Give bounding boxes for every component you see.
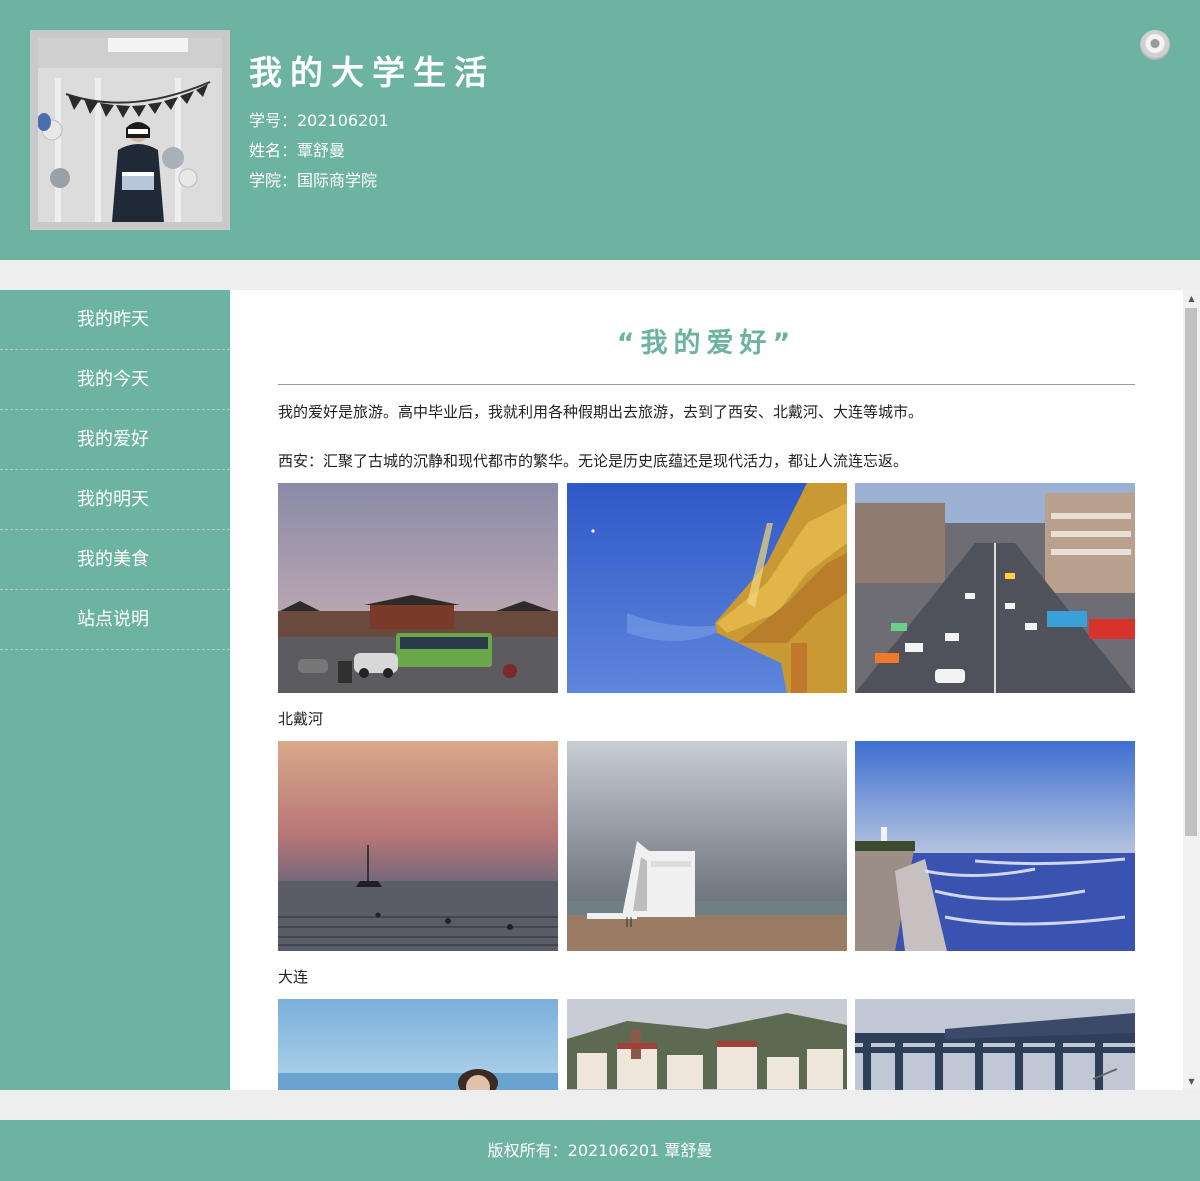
content-scrollbar[interactable]: ▲ ▼ [1183, 290, 1200, 1090]
sidebar-item-label: 我的明天 [77, 489, 149, 510]
xian-photo-street [855, 483, 1135, 693]
dalian-label: 大连 [278, 968, 309, 986]
main-content: “我的爱好” 我的爱好是旅游。高中毕业后，我就利用各种假期出去旅游，去到了西安、… [230, 290, 1183, 1090]
title-divider [278, 384, 1135, 385]
intro-paragraph: 我的爱好是旅游。高中毕业后，我就利用各种假期出去旅游，去到了西安、北戴河、大连等… [278, 403, 924, 421]
beidaihe-photo-coast [855, 741, 1135, 951]
scroll-thumb[interactable] [1185, 308, 1197, 836]
sidebar-item-yesterday[interactable]: 我的昨天 [0, 290, 230, 350]
sidebar-item-hobby[interactable]: 我的爱好 [0, 410, 230, 470]
dalian-photo-portrait [278, 999, 558, 1090]
avatar-frame [30, 30, 230, 230]
dalian-photo-town [567, 999, 847, 1090]
student-id: 学号：202106201 [249, 111, 389, 130]
avatar [38, 38, 222, 222]
music-disc-icon[interactable] [1140, 30, 1170, 60]
sidebar-nav: 我的昨天 我的今天 我的爱好 我的明天 我的美食 站点说明 [0, 290, 230, 1090]
sidebar-item-label: 我的昨天 [77, 309, 149, 330]
copyright-text: 版权所有：202106201 覃舒曼 [487, 1141, 713, 1160]
sidebar-item-label: 站点说明 [77, 609, 149, 630]
xian-paragraph: 西安：汇聚了古城的沉静和现代都市的繁华。无论是历史底蕴还是现代活力，都让人流连忘… [278, 452, 909, 470]
sidebar-item-today[interactable]: 我的今天 [0, 350, 230, 410]
dalian-photo-bridge [855, 999, 1135, 1090]
sidebar-item-label: 我的爱好 [77, 429, 149, 450]
xian-photo-pagoda [567, 483, 847, 693]
sidebar-item-food[interactable]: 我的美食 [0, 530, 230, 590]
scroll-down-arrow-icon[interactable]: ▼ [1183, 1073, 1200, 1090]
student-college: 学院：国际商学院 [249, 171, 378, 190]
site-title: 我的大学生活 [249, 53, 495, 92]
site-header: 我的大学生活 学号：202106201 姓名：覃舒曼 学院：国际商学院 [0, 0, 1200, 260]
sidebar-item-site-info[interactable]: 站点说明 [0, 590, 230, 650]
beidaihe-photo-sunset [278, 741, 558, 951]
sidebar-item-label: 我的今天 [77, 369, 149, 390]
beidaihe-photo-chapel [567, 741, 847, 951]
section-title: “我的爱好” [616, 328, 797, 359]
site-footer: 版权所有：202106201 覃舒曼 [0, 1120, 1200, 1181]
scroll-up-arrow-icon[interactable]: ▲ [1183, 290, 1200, 307]
xian-photo-gate [278, 483, 558, 693]
sidebar-item-tomorrow[interactable]: 我的明天 [0, 470, 230, 530]
student-name: 姓名：覃舒曼 [249, 141, 346, 160]
sidebar-item-label: 我的美食 [77, 549, 149, 570]
beidaihe-label: 北戴河 [278, 710, 324, 728]
